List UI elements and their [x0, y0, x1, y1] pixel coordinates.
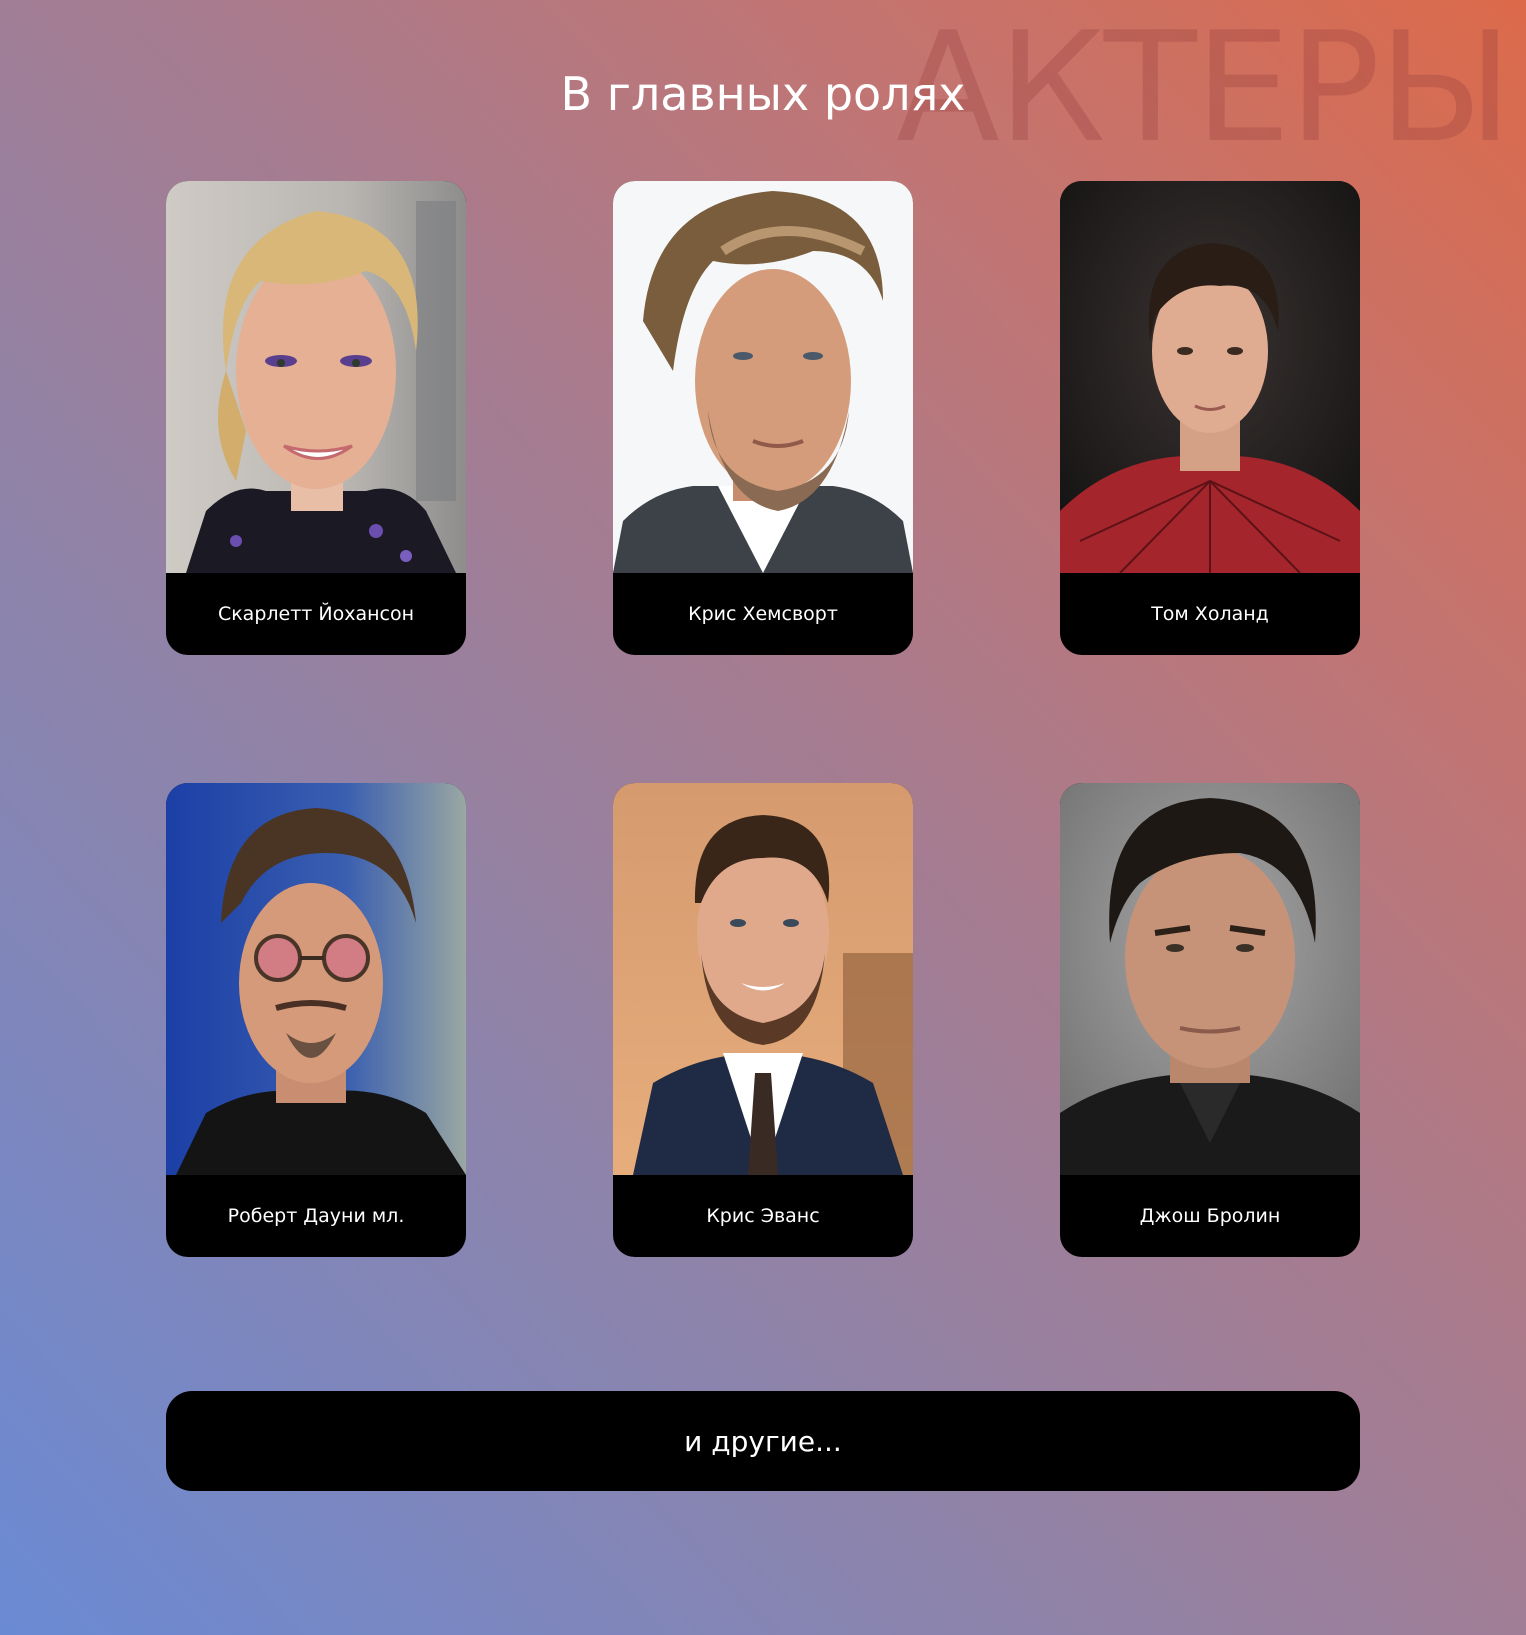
actor-card-3[interactable]: Том Холанд: [1060, 181, 1360, 655]
actor-photo-2: [613, 181, 913, 573]
actor-card-4[interactable]: Роберт Дауни мл.: [166, 783, 466, 1257]
portrait-photo-icon: [613, 181, 913, 573]
portrait-photo-icon: [1060, 783, 1360, 1175]
actor-card-5[interactable]: Крис Эванс: [613, 783, 913, 1257]
actor-name: Скарлетт Йохансон: [217, 603, 415, 625]
page-title: В главных ролях: [560, 67, 966, 121]
actor-card-6[interactable]: Джош Бролин: [1060, 783, 1360, 1257]
actor-photo-3: [1060, 181, 1360, 573]
actor-name: Роберт Дауни мл.: [227, 1205, 405, 1227]
actor-photo-6: [1060, 783, 1360, 1175]
actor-name: Джош Бролин: [1139, 1205, 1281, 1227]
actor-photo-1: [166, 181, 466, 573]
actor-card-1[interactable]: Скарлетт Йохансон: [166, 181, 466, 655]
portrait-photo-icon: [166, 783, 466, 1175]
actor-name: Том Холанд: [1151, 603, 1269, 625]
actor-card-2[interactable]: Крис Хемсворт: [613, 181, 913, 655]
actor-name: Крис Эванс: [706, 1205, 820, 1227]
portrait-photo-icon: [613, 783, 913, 1175]
portrait-photo-icon: [166, 181, 466, 573]
actor-name: Крис Хемсворт: [688, 603, 838, 625]
actor-photo-5: [613, 783, 913, 1175]
portrait-photo-icon: [1060, 181, 1360, 573]
actor-photo-4: [166, 783, 466, 1175]
more-actors-button[interactable]: и другие...: [166, 1391, 1360, 1491]
